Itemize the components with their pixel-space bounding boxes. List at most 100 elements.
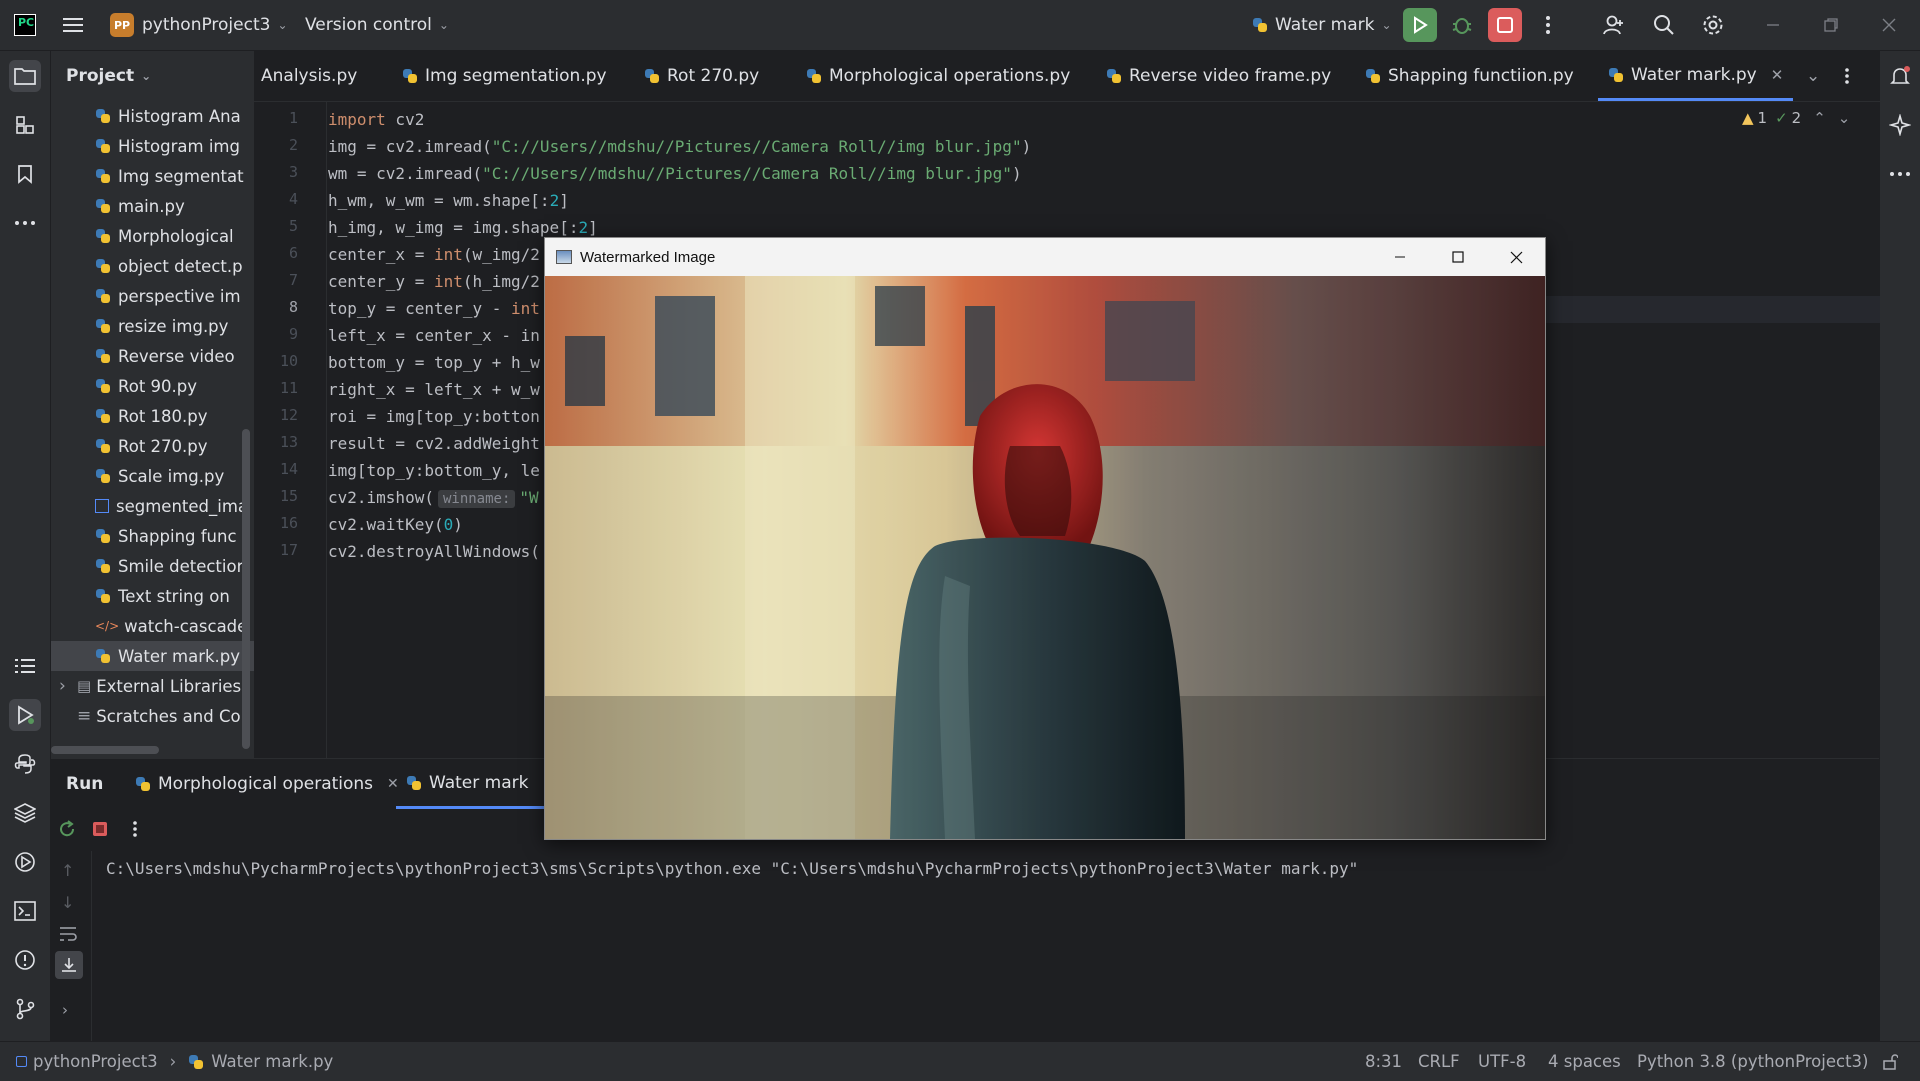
tree-item[interactable]: Morphological bbox=[51, 221, 254, 251]
tree-item[interactable]: Img segmentat bbox=[51, 161, 254, 191]
line-number[interactable]: 2 bbox=[289, 136, 298, 154]
tab-close-icon[interactable]: ✕ bbox=[1771, 66, 1784, 84]
tab-water-mark[interactable]: Water mark.py ✕ bbox=[1598, 51, 1794, 101]
line-number[interactable]: 17 bbox=[280, 541, 298, 559]
image-window-titlebar[interactable]: Watermarked Image bbox=[545, 238, 1545, 276]
tree-item[interactable]: main.py bbox=[51, 191, 254, 221]
console-output[interactable]: C:\Users\mdshu\PycharmProjects\pythonPro… bbox=[106, 859, 1358, 878]
todo-tool-button[interactable] bbox=[9, 650, 41, 682]
caret-position[interactable]: 8:31 bbox=[1365, 1042, 1402, 1081]
line-number[interactable]: 3 bbox=[289, 163, 298, 181]
inspection-widget[interactable]: ▲ 1 ✓ 2 ⌃ ⌄ bbox=[1742, 109, 1850, 127]
layers-tool-button[interactable] bbox=[9, 797, 41, 829]
more-tool-windows-button[interactable] bbox=[9, 207, 41, 239]
line-number[interactable]: 11 bbox=[280, 379, 298, 397]
tab-reverse-video-frame[interactable]: Reverse video frame.py bbox=[1106, 51, 1331, 101]
git-tool-button[interactable] bbox=[9, 993, 41, 1025]
line-number[interactable]: 7 bbox=[289, 271, 298, 289]
tree-horizontal-scrollbar[interactable] bbox=[51, 746, 159, 754]
line-number[interactable]: 12 bbox=[280, 406, 298, 424]
more-actions-button[interactable] bbox=[1531, 8, 1565, 42]
project-switcher[interactable]: PP pythonProject3 ⌄ bbox=[110, 0, 288, 50]
tab-img-segmentation[interactable]: Img segmentation.py bbox=[402, 51, 607, 101]
right-more-button[interactable] bbox=[1884, 158, 1916, 190]
close-window-button[interactable] bbox=[1860, 0, 1918, 50]
breadcrumb-file[interactable]: Water mark.py bbox=[211, 1052, 333, 1071]
python-packages-tool-button[interactable] bbox=[9, 748, 41, 780]
tree-item[interactable]: Smile detectior bbox=[51, 551, 254, 581]
chevron-right-icon[interactable]: › bbox=[62, 1001, 68, 1019]
project-panel-header[interactable]: Project ⌄ bbox=[51, 51, 254, 101]
tab-list-button[interactable]: ⌄ bbox=[1806, 51, 1820, 101]
tree-item[interactable]: segmented_ima bbox=[51, 491, 254, 521]
problems-tool-button[interactable] bbox=[9, 944, 41, 976]
restore-window-button[interactable] bbox=[1802, 0, 1860, 50]
indent-setting[interactable]: 4 spaces bbox=[1548, 1042, 1621, 1081]
line-number[interactable]: 14 bbox=[280, 460, 298, 478]
tree-item[interactable]: Histogram img bbox=[51, 131, 254, 161]
notifications-button[interactable] bbox=[1884, 60, 1916, 92]
rerun-button[interactable] bbox=[57, 819, 77, 843]
bookmarks-tool-button[interactable] bbox=[9, 158, 41, 190]
line-number[interactable]: 16 bbox=[280, 514, 298, 532]
ai-assistant-button[interactable] bbox=[1884, 109, 1916, 141]
lock-icon[interactable] bbox=[1882, 1042, 1898, 1081]
line-number[interactable]: 5 bbox=[289, 217, 298, 235]
search-everywhere-button[interactable] bbox=[1647, 8, 1681, 42]
minimize-window-button[interactable] bbox=[1744, 0, 1802, 50]
tab-morphological-operations[interactable]: Morphological operations.py bbox=[806, 51, 1070, 101]
tree-item[interactable]: </> watch-cascade bbox=[51, 611, 254, 641]
tree-item[interactable]: Water mark.py bbox=[51, 641, 254, 671]
line-number[interactable]: 13 bbox=[280, 433, 298, 451]
tab-more-button[interactable] bbox=[1844, 51, 1850, 101]
stop-button[interactable] bbox=[1488, 8, 1522, 42]
tree-item[interactable]: perspective im bbox=[51, 281, 254, 311]
structure-tool-button[interactable] bbox=[9, 109, 41, 141]
run-tool-button[interactable] bbox=[9, 699, 41, 731]
code-with-me-button[interactable] bbox=[1597, 8, 1631, 42]
rerun-button[interactable] bbox=[1403, 8, 1437, 42]
run-tab-morphological-operations[interactable]: Morphological operations ✕ bbox=[135, 759, 399, 809]
image-window-maximize-button[interactable] bbox=[1429, 238, 1487, 276]
run-configuration-selector[interactable]: Water mark ⌄ bbox=[1252, 0, 1392, 50]
chevron-right-icon[interactable]: › bbox=[59, 676, 66, 696]
scroll-to-end-button[interactable] bbox=[55, 951, 83, 979]
tree-item[interactable]: › ▤ External Libraries bbox=[51, 671, 254, 701]
watermarked-image-window[interactable]: Watermarked Image bbox=[544, 237, 1546, 840]
line-number[interactable]: 6 bbox=[289, 244, 298, 262]
line-number[interactable]: 15 bbox=[280, 487, 298, 505]
project-tool-button[interactable] bbox=[9, 60, 41, 92]
version-control-menu[interactable]: Version control ⌄ bbox=[305, 0, 449, 50]
main-menu-button[interactable] bbox=[62, 0, 84, 50]
tree-item[interactable]: Scale img.py bbox=[51, 461, 254, 491]
debug-button[interactable] bbox=[1445, 8, 1479, 42]
services-tool-button[interactable] bbox=[9, 846, 41, 878]
soft-wrap-button[interactable] bbox=[58, 925, 78, 947]
tree-item[interactable]: Shapping func bbox=[51, 521, 254, 551]
chevron-down-icon[interactable]: ⌄ bbox=[1838, 109, 1851, 127]
tab-shapping-function[interactable]: Shapping functiion.py bbox=[1365, 51, 1574, 101]
stop-button[interactable] bbox=[92, 821, 108, 841]
run-more-button[interactable] bbox=[132, 820, 138, 842]
image-window-minimize-button[interactable] bbox=[1371, 238, 1429, 276]
chevron-up-icon[interactable]: ⌃ bbox=[1813, 109, 1826, 127]
tree-item[interactable]: ≡ Scratches and Co bbox=[51, 701, 254, 731]
image-window-close-button[interactable] bbox=[1487, 238, 1545, 276]
tree-item[interactable]: Reverse video bbox=[51, 341, 254, 371]
line-separator[interactable]: CRLF bbox=[1418, 1042, 1460, 1081]
line-number[interactable]: 10 bbox=[280, 352, 298, 370]
tree-item[interactable]: Histogram Ana bbox=[51, 101, 254, 131]
tree-item[interactable]: Rot 90.py bbox=[51, 371, 254, 401]
python-interpreter[interactable]: Python 3.8 (pythonProject3) bbox=[1637, 1042, 1868, 1081]
line-number[interactable]: 8 bbox=[289, 298, 298, 316]
terminal-tool-button[interactable] bbox=[9, 895, 41, 927]
tree-item[interactable]: resize img.py bbox=[51, 311, 254, 341]
breadcrumb-project[interactable]: pythonProject3 bbox=[33, 1052, 158, 1071]
tree-item[interactable]: Rot 180.py bbox=[51, 401, 254, 431]
arrow-up-icon[interactable]: ↑ bbox=[61, 861, 74, 880]
settings-button[interactable] bbox=[1696, 8, 1730, 42]
line-number[interactable]: 9 bbox=[289, 325, 298, 343]
pycharm-logo-icon[interactable]: PC bbox=[14, 14, 36, 36]
tree-item[interactable]: Text string on bbox=[51, 581, 254, 611]
file-encoding[interactable]: UTF-8 bbox=[1478, 1042, 1526, 1081]
